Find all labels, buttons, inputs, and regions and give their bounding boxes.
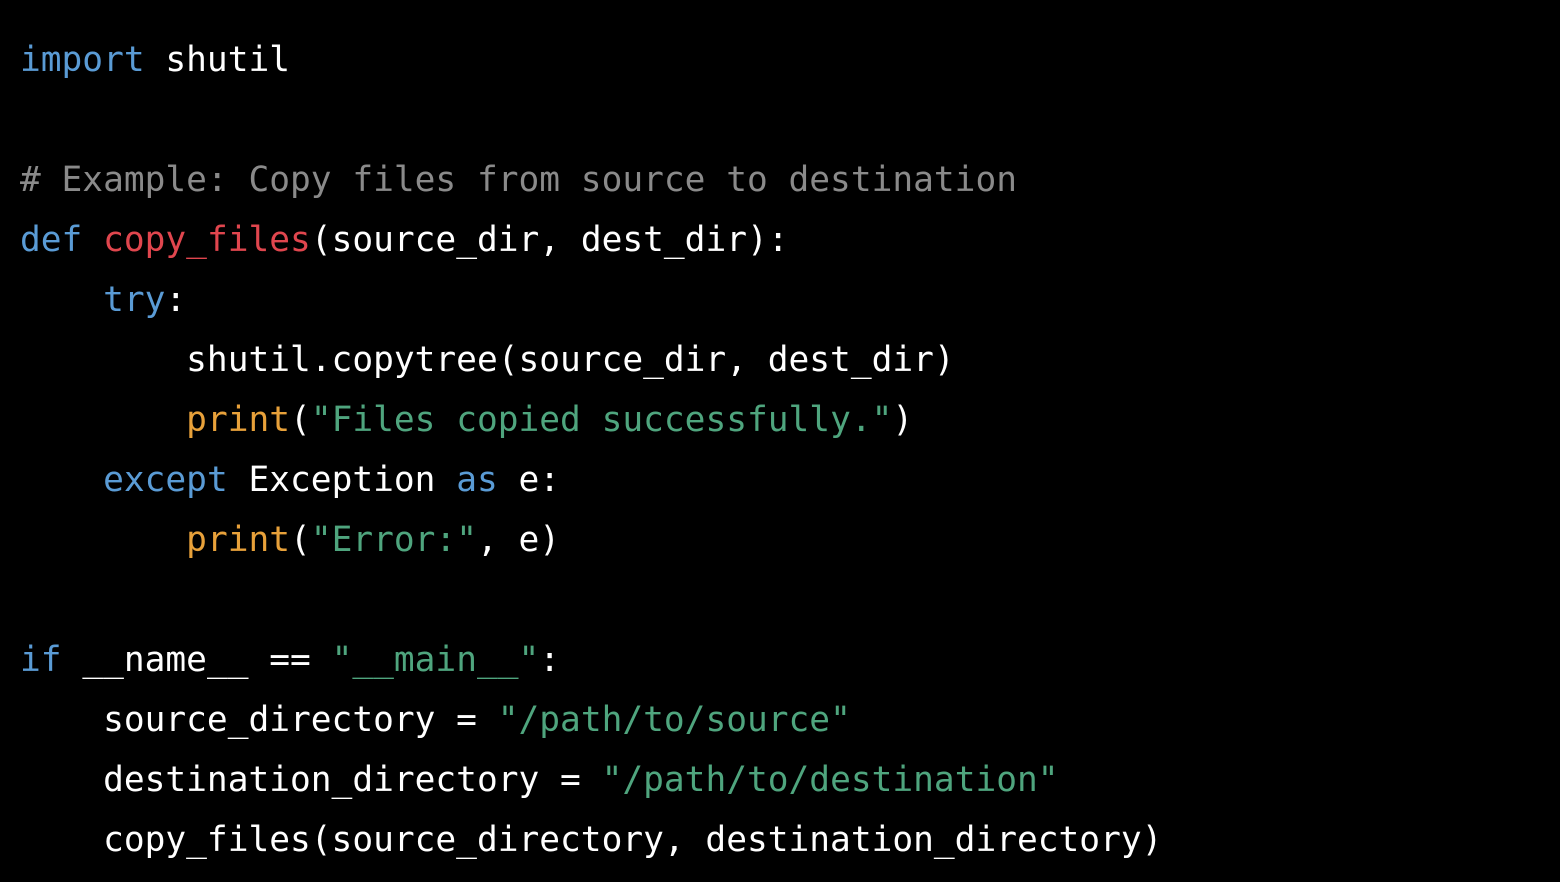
code-text: source_directory =	[20, 700, 498, 740]
code-line: if __name__ == "__main__":	[20, 630, 560, 690]
string-token: "/path/to/destination"	[601, 760, 1059, 800]
code-text: )	[892, 400, 914, 440]
code-text: __name__ ==	[61, 640, 332, 680]
code-line: print("Files copied successfully.")	[20, 390, 913, 450]
code-line: # Example: Copy files from source to des…	[20, 150, 1017, 210]
string-token: "/path/to/source"	[497, 700, 851, 740]
keyword-token: try	[103, 280, 166, 320]
code-text: (	[290, 400, 311, 440]
code-line: copy_files(source_directory, destination…	[20, 810, 1162, 870]
code-line: destination_directory = "/path/to/destin…	[20, 750, 1059, 810]
code-text: e:	[497, 460, 561, 500]
code-line: def copy_files(source_dir, dest_dir):	[20, 210, 789, 270]
keyword-token: import	[20, 40, 145, 80]
code-line: except Exception as e:	[20, 450, 560, 510]
string-token: "Error:"	[310, 520, 477, 560]
function-name-token: copy_files	[103, 220, 311, 260]
keyword-token: if	[20, 640, 62, 680]
code-text: (	[290, 520, 311, 560]
code-line: try:	[20, 270, 186, 330]
keyword-token: except	[103, 460, 228, 500]
code-text: destination_directory =	[20, 760, 602, 800]
code-text: , e)	[476, 520, 561, 560]
code-text: copy_files(source_directory, destination…	[20, 820, 1163, 860]
keyword-token: def	[20, 220, 83, 260]
code-text: :	[165, 280, 187, 320]
string-token: "Files copied successfully."	[310, 400, 893, 440]
comment-token: # Example: Copy files from source to des…	[20, 160, 1017, 200]
code-text: shutil	[144, 40, 291, 80]
keyword-token: as	[456, 460, 498, 500]
code-line: source_directory = "/path/to/source"	[20, 690, 851, 750]
builtin-token: print	[186, 400, 291, 440]
code-text: Exception	[227, 460, 457, 500]
code-line: print("Error:", e)	[20, 510, 560, 570]
code-line: shutil.copytree(source_dir, dest_dir)	[20, 330, 955, 390]
code-line: import shutil	[20, 30, 290, 90]
code-text: :	[539, 640, 561, 680]
code-text: shutil.copytree(source_dir, dest_dir)	[20, 340, 955, 380]
builtin-token: print	[186, 520, 291, 560]
string-token: "__main__"	[331, 640, 540, 680]
code-text: (source_dir, dest_dir):	[310, 220, 789, 260]
code-view: import shutil # Example: Copy files from …	[0, 0, 1560, 882]
